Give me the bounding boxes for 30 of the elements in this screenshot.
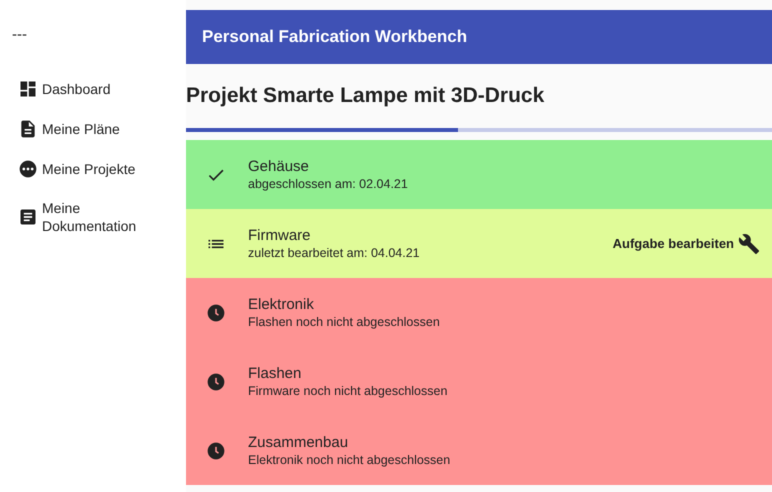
more-icon [18, 158, 38, 178]
task-row[interactable]: Firmware zuletzt bearbeitet am: 04.04.21 Aufgabe bearbeiten [186, 209, 772, 278]
task-subtitle: Flashen noch nicht abgeschlossen [248, 314, 440, 330]
app-title: Personal Fabrication Workbench [202, 26, 468, 48]
task-row[interactable]: Gehäuse abgeschlossen am: 02.04.21 [186, 140, 772, 209]
task-row[interactable]: Zusammenbau Elektronik noch nicht abgeschlossen [186, 416, 772, 485]
clock-icon [206, 302, 226, 322]
task-subtitle: Elektronik noch nicht abgeschlossen [248, 452, 450, 468]
task-title: Gehäuse [248, 158, 309, 176]
task-title: Firmware [248, 226, 310, 244]
notes-icon [18, 206, 38, 226]
task-title: Elektronik [248, 296, 314, 314]
task-row[interactable]: Elektronik Flashen noch nicht abgeschlossen [186, 278, 772, 347]
nav-item[interactable]: Meine Projekte [18, 158, 168, 178]
clock-icon [206, 372, 226, 392]
wrench-icon [738, 232, 760, 254]
task-subtitle: abgeschlossen am: 02.04.21 [248, 176, 408, 192]
task-subtitle: zuletzt bearbeitet am: 04.04.21 [248, 244, 420, 260]
task-title: Zusammenbau [248, 434, 348, 452]
nav-item[interactable]: Dashboard [18, 78, 168, 98]
task-subtitle: Firmware noch nicht abgeschlossen [248, 382, 448, 398]
sidebar-title: --- [12, 25, 27, 45]
task-row[interactable]: Flashen Firmware noch nicht abgeschlossen [186, 347, 772, 416]
nav-item[interactable]: Meine Dokumentation [18, 198, 168, 234]
project-title: Projekt Smarte Lampe mit 3D-Druck [186, 83, 544, 110]
clock-icon [206, 440, 226, 460]
task-title: Flashen [248, 364, 302, 382]
dashboard-icon [18, 78, 38, 98]
edit-task-button[interactable]: Aufgabe bearbeiten [612, 232, 760, 254]
nav-item[interactable]: Meine Pläne [18, 118, 168, 138]
